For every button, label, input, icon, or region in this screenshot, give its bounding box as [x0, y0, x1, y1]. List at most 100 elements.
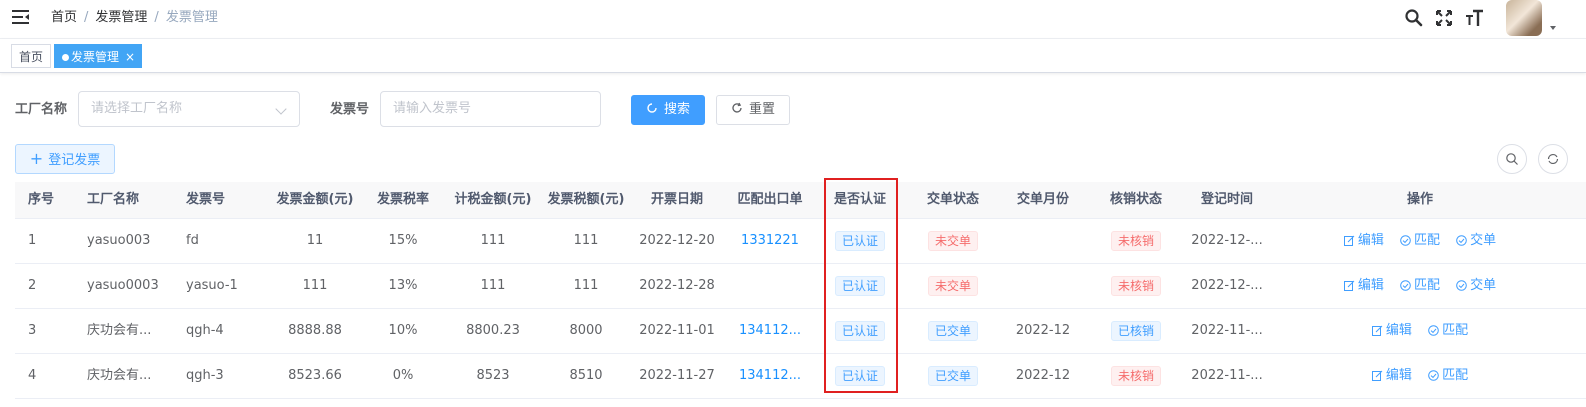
close-icon[interactable]: × [125, 50, 135, 64]
check-circle-icon [1400, 235, 1411, 246]
breadcrumb-separator: / [84, 10, 89, 25]
match-button[interactable]: 匹配 [1428, 368, 1468, 383]
cell-amount: 8523.66 [288, 368, 342, 383]
match-label: 匹配 [1442, 368, 1469, 383]
cell-amount: 8888.88 [288, 323, 342, 338]
tag-label: 发票管理 [71, 50, 120, 64]
status-badge: 未交单 [927, 230, 978, 251]
highlight-box [824, 178, 898, 393]
cell-taxable-amount: 8800.23 [466, 323, 520, 338]
check-circle-icon [1456, 235, 1467, 246]
check-circle-icon [1428, 370, 1439, 381]
match-label: 匹配 [1442, 323, 1469, 338]
cell-submit-month [1005, 218, 1081, 263]
fullscreen-icon[interactable] [1434, 8, 1454, 28]
font-size-icon[interactable] [1464, 8, 1484, 28]
cell-tax-rate: 13% [388, 278, 418, 293]
search-button[interactable]: 搜索 [631, 95, 705, 125]
column-header: 登记时间 [1200, 192, 1253, 207]
chevron-down-icon[interactable] [1550, 26, 1556, 30]
match-button[interactable]: 匹配 [1428, 323, 1468, 338]
status-badge: 未核销 [1110, 230, 1161, 251]
match-label: 匹配 [1413, 278, 1440, 293]
edit-label: 编辑 [1385, 323, 1412, 338]
edit-button[interactable]: 编辑 [1371, 323, 1412, 338]
cell-match-export-link[interactable]: 134112... [725, 308, 815, 353]
tag-invoice-management[interactable]: 发票管理 × [54, 44, 143, 68]
edit-button[interactable]: 编辑 [1371, 368, 1412, 383]
cell-submit-month: 2022-12 [1015, 323, 1071, 338]
submit-label: 交单 [1470, 278, 1497, 293]
edit-button[interactable]: 编辑 [1343, 233, 1384, 248]
cell-match-export-link[interactable]: 1331221 [725, 218, 815, 263]
breadcrumb-invoice[interactable]: 发票管理 [95, 10, 147, 25]
toggle-search-button[interactable] [1497, 144, 1527, 174]
refresh-icon [732, 102, 742, 113]
cell-tax-rate: 10% [388, 323, 418, 338]
column-header: 核销状态 [1109, 192, 1162, 207]
cell-issue-date: 2022-11-01 [639, 323, 715, 338]
breadcrumb-home[interactable]: 首页 [51, 10, 77, 25]
cell-invoice-no: qgh-3 [186, 368, 224, 383]
search-button-label: 搜索 [663, 102, 690, 117]
active-dot-icon [62, 54, 69, 61]
refresh-table-button[interactable] [1538, 144, 1568, 174]
tags-view: 首页 发票管理 × [0, 39, 1586, 73]
edit-button[interactable]: 编辑 [1343, 278, 1384, 293]
cell-tax-amount: 8510 [569, 368, 603, 383]
breadcrumb-current: 发票管理 [165, 10, 218, 25]
factory-select[interactable]: 请选择工厂名称 [78, 91, 300, 127]
column-header: 发票金额(元) [276, 192, 354, 207]
table-row: 3 庆功会有... qgh-4 8888.88 10% 8800.23 8000… [15, 308, 1586, 354]
edit-label: 编辑 [1357, 233, 1384, 248]
cell-submit-status: 已交单 [915, 308, 991, 353]
cell-factory: yasuo003 [87, 233, 151, 248]
hamburger-fold-icon[interactable] [12, 9, 29, 25]
invoice-number-input[interactable]: 请输入发票号 [380, 91, 601, 127]
cell-submit-status: 已交单 [915, 353, 991, 398]
cell-factory: 庆功会有... [87, 368, 152, 383]
status-badge: 未核销 [1110, 275, 1161, 296]
search-icon[interactable] [1404, 8, 1424, 28]
add-invoice-button[interactable]: + 登记发票 [15, 144, 115, 174]
cell-match-export-link[interactable]: 134112... [725, 353, 815, 398]
cell-actions: 编辑 匹配 [1305, 353, 1535, 398]
match-button[interactable]: 匹配 [1400, 233, 1440, 248]
cell-match-export-link[interactable] [725, 263, 815, 308]
check-circle-icon [1428, 325, 1439, 336]
table-row: 2 yasuo0003 yasuo-1 111 13% 111 111 2022… [15, 263, 1586, 309]
edit-icon [1371, 370, 1383, 381]
status-badge: 未交单 [927, 275, 978, 296]
cell-issue-date: 2022-12-28 [639, 278, 715, 293]
column-header: 操作 [1406, 192, 1433, 207]
cell-index: 4 [28, 368, 37, 383]
column-header: 交单状态 [926, 192, 979, 207]
match-button[interactable]: 匹配 [1400, 278, 1440, 293]
table-row: 4 庆功会有... qgh-3 8523.66 0% 8523 8510 202… [15, 353, 1586, 399]
edit-icon [1343, 280, 1355, 291]
status-badge: 未核销 [1110, 365, 1161, 386]
cell-register-time: 2022-12-... [1191, 233, 1263, 248]
cell-submit-month: 2022-12 [1015, 368, 1071, 383]
cell-tax-rate: 15% [388, 233, 418, 248]
cell-amount: 11 [306, 233, 324, 248]
cell-verify-status: 未核销 [1098, 263, 1174, 308]
tag-label: 首页 [19, 50, 44, 64]
invoice-number-placeholder: 请输入发票号 [393, 101, 472, 116]
invoice-number-label: 发票号 [330, 102, 370, 117]
cell-taxable-amount: 111 [480, 278, 506, 293]
avatar[interactable] [1506, 0, 1542, 36]
cell-taxable-amount: 8523 [476, 368, 510, 383]
submit-button[interactable]: 交单 [1456, 278, 1496, 293]
edit-icon [1343, 235, 1355, 246]
breadcrumb-separator: / [154, 10, 159, 25]
cell-index: 2 [28, 278, 37, 293]
status-badge: 已交单 [927, 320, 978, 341]
tag-home[interactable]: 首页 [11, 44, 52, 68]
cell-verify-status: 未核销 [1098, 218, 1174, 263]
table-row: 1 yasuo003 fd 11 15% 111 111 2022-12-20 … [15, 218, 1586, 264]
column-header: 交单月份 [1016, 192, 1069, 207]
reset-button[interactable]: 重置 [716, 95, 790, 125]
submit-button[interactable]: 交单 [1456, 233, 1496, 248]
cell-tax-amount: 111 [573, 278, 599, 293]
